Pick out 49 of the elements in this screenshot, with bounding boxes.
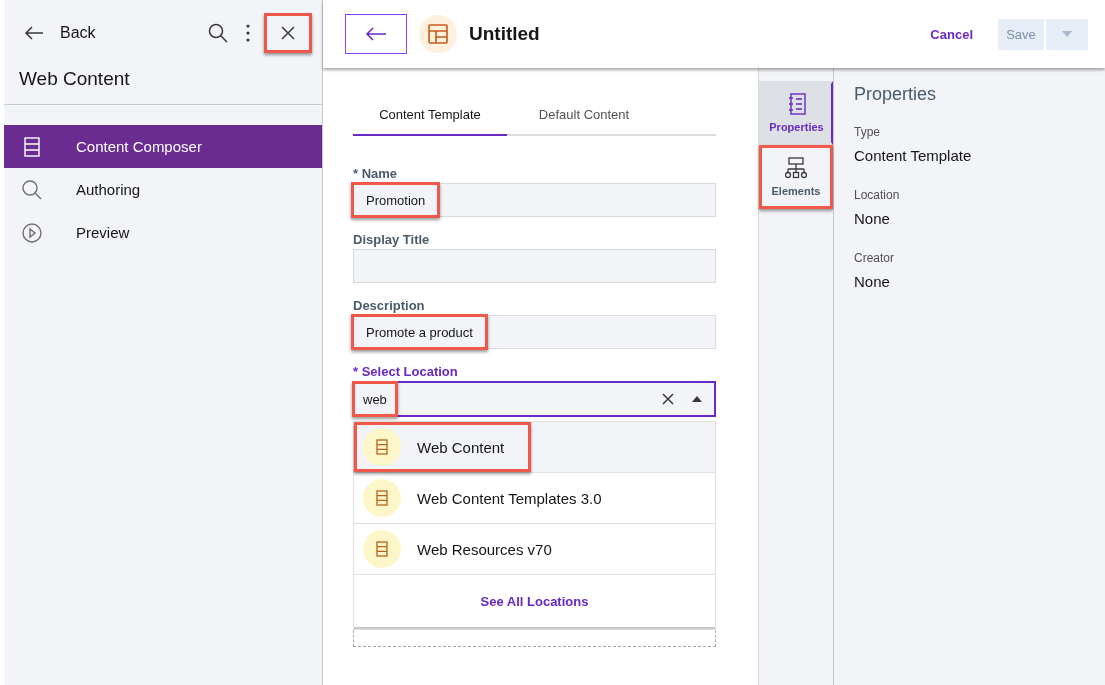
arrow-left-icon: [24, 25, 44, 41]
property-value: None: [854, 273, 891, 290]
hierarchy-icon: [785, 157, 807, 179]
more-icon[interactable]: [246, 24, 250, 42]
back-link[interactable]: Back: [24, 24, 96, 42]
sidebar-item[interactable]: Preview: [4, 211, 322, 254]
field-label: * Select Location: [353, 364, 459, 379]
input-field[interactable]: [353, 249, 716, 283]
close-icon: [281, 26, 295, 40]
clear-icon[interactable]: [662, 393, 674, 405]
field-label: Display Title: [353, 232, 431, 247]
panel-title: Properties: [854, 84, 938, 105]
stack-icon: [363, 428, 401, 466]
input-field[interactable]: Promotion: [353, 183, 716, 217]
arrow-left-icon: [365, 26, 387, 42]
tab[interactable]: Default Content: [507, 95, 661, 136]
stack-icon: [363, 530, 401, 568]
search-icon[interactable]: [208, 23, 228, 43]
panel-tab[interactable]: Elements: [759, 145, 833, 209]
search-icon: [22, 179, 42, 200]
combo-field[interactable]: web: [353, 381, 716, 417]
property-value: None: [854, 210, 891, 227]
notebook-icon: [787, 93, 806, 115]
field-label: * Name: [353, 166, 399, 181]
tab[interactable]: Content Template: [353, 95, 507, 136]
see-all-link[interactable]: See All Locations: [480, 593, 589, 609]
stack-icon: [363, 479, 401, 517]
template-icon: [419, 15, 457, 53]
panel-tab[interactable]: Properties: [759, 81, 833, 145]
page-title: Untitled: [469, 23, 540, 45]
location-option[interactable]: Web Content Templates 3.0: [354, 473, 715, 524]
location-option[interactable]: Web Content: [354, 422, 715, 473]
sidebar-item[interactable]: Content Composer: [4, 125, 322, 168]
close-button[interactable]: [264, 13, 312, 53]
caret-icon[interactable]: [692, 396, 702, 402]
cancel-link[interactable]: Cancel: [930, 26, 973, 42]
property-label: Type: [854, 125, 881, 139]
input-field[interactable]: Promote a product: [353, 315, 716, 349]
property-label: Location: [854, 188, 901, 202]
sidebar-title: Web Content: [4, 56, 322, 105]
sidebar-item[interactable]: Authoring: [4, 168, 322, 211]
property-value: Content Template: [854, 147, 973, 164]
field-label: Description: [353, 298, 426, 313]
stack-icon: [22, 136, 42, 157]
location-option[interactable]: Web Resources v70: [354, 524, 715, 575]
property-label: Creator: [854, 251, 895, 265]
play-circle-icon: [22, 222, 42, 243]
caret-icon: [1062, 31, 1072, 37]
back-button[interactable]: [345, 14, 407, 54]
